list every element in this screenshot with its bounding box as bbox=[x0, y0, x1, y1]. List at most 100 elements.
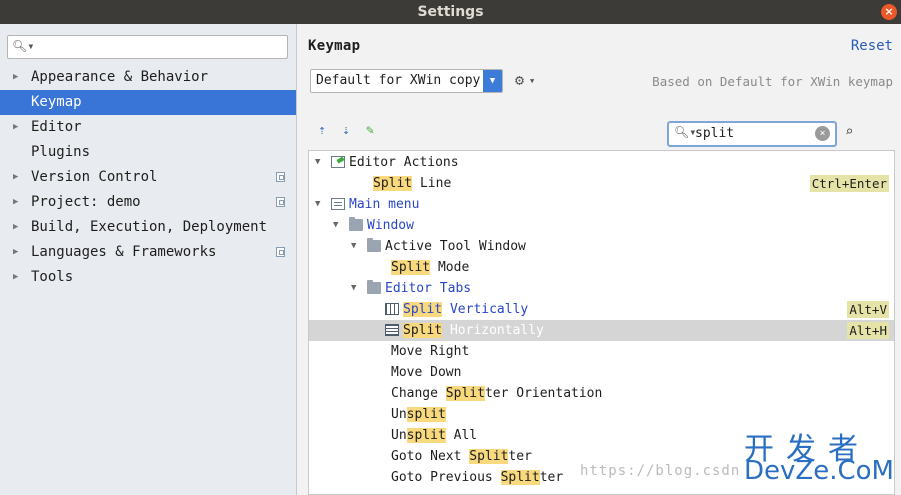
sidebar-item-version-control[interactable]: ▶ Version Control bbox=[0, 165, 296, 190]
sidebar-item-tools[interactable]: ▶ Tools bbox=[0, 265, 296, 290]
chevron-down-icon[interactable]: ▼ bbox=[351, 236, 356, 257]
tree-row[interactable]: Split Horizontally Alt+H bbox=[309, 320, 894, 341]
action-label: Split Horizontally bbox=[403, 320, 544, 341]
search-icon: 🔍︎▾ bbox=[12, 39, 35, 53]
chevron-right-icon[interactable]: ▶ bbox=[13, 265, 18, 290]
tree-row[interactable]: ▼ Main menu bbox=[309, 194, 894, 215]
action-label: Goto Next Splitter bbox=[391, 446, 532, 467]
chevron-right-icon[interactable]: ▶ bbox=[13, 190, 18, 215]
sidebar-item-build-execution-deployment[interactable]: ▶ Build, Execution, Deployment bbox=[0, 215, 296, 240]
based-on-label: Based on Default for XWin keymap bbox=[652, 74, 893, 89]
chevron-right-icon[interactable]: ▶ bbox=[13, 240, 18, 265]
label-part: Goto Next bbox=[391, 449, 470, 464]
gear-icon[interactable]: ⚙ bbox=[515, 71, 524, 89]
tree-row[interactable]: ▼ Active Tool Window bbox=[309, 236, 894, 257]
keymap-scheme-select[interactable]: Default for XWin copy ▼ bbox=[310, 69, 503, 93]
menu-icon bbox=[331, 198, 345, 210]
folder-icon bbox=[349, 217, 363, 231]
sidebar-item-languages-frameworks[interactable]: ▶ Languages & Frameworks bbox=[0, 240, 296, 265]
chevron-right-icon[interactable]: ▶ bbox=[13, 215, 18, 240]
chevron-down-icon[interactable]: ▼ bbox=[315, 194, 320, 215]
chevron-right-icon[interactable]: ▶ bbox=[13, 115, 18, 140]
project-level-icon bbox=[276, 247, 285, 257]
settings-search-input[interactable]: 🔍︎▾ bbox=[7, 35, 288, 59]
label-part: Move Right bbox=[391, 344, 470, 359]
tree-row[interactable]: Split Vertically Alt+V bbox=[309, 299, 894, 320]
tree-row[interactable]: Split Line Ctrl+Enter bbox=[309, 173, 894, 194]
label-part: ter Orientation bbox=[484, 386, 603, 401]
sidebar-item-label: Tools bbox=[31, 269, 74, 285]
vsplit-icon bbox=[385, 303, 399, 315]
watermark-logo-en: DevZe.CoM bbox=[744, 456, 894, 486]
label-part: ter bbox=[539, 470, 564, 485]
search-match: split bbox=[406, 407, 446, 422]
sidebar-item-keymap[interactable]: Keymap bbox=[0, 90, 296, 115]
action-label: Unsplit bbox=[391, 404, 446, 425]
search-match: Split bbox=[500, 470, 540, 485]
hsplit-icon bbox=[385, 324, 399, 336]
expand-all-icon[interactable]: ⇡ bbox=[314, 123, 330, 139]
tree-row[interactable]: ▼ Editor Actions bbox=[309, 152, 894, 173]
action-label: Window bbox=[367, 215, 414, 236]
search-match: Split bbox=[403, 302, 443, 317]
label-part: Editor Actions bbox=[349, 155, 459, 170]
collapse-all-icon[interactable]: ⇣ bbox=[338, 123, 354, 139]
chevron-down-icon[interactable]: ▼ bbox=[333, 215, 338, 236]
window-title: Settings bbox=[417, 4, 484, 20]
action-label: Move Down bbox=[391, 362, 461, 383]
label-part: ter bbox=[508, 449, 532, 464]
sidebar-item-plugins[interactable]: Plugins bbox=[0, 140, 296, 165]
find-by-shortcut-icon[interactable]: ⌕ bbox=[845, 124, 853, 140]
action-label: Move Right bbox=[391, 341, 469, 362]
sidebar-item-label: Editor bbox=[31, 119, 82, 135]
tree-row[interactable]: Split Mode bbox=[309, 257, 894, 278]
tree-row[interactable]: Change Splitter Orientation bbox=[309, 383, 894, 404]
search-match: Split bbox=[469, 449, 509, 464]
action-label: Editor Actions bbox=[349, 152, 459, 173]
tree-row[interactable]: ▼ Editor Tabs bbox=[309, 278, 894, 299]
tree-row[interactable]: Unsplit bbox=[309, 404, 894, 425]
label-part: Active Tool Window bbox=[385, 239, 526, 254]
sidebar-item-appearance-behavior[interactable]: ▶ Appearance & Behavior bbox=[0, 65, 296, 90]
action-label: Split Mode bbox=[391, 257, 469, 278]
sidebar-item-editor[interactable]: ▶ Editor bbox=[0, 115, 296, 140]
tree-row[interactable]: ▼ Window bbox=[309, 215, 894, 236]
keymap-search-input[interactable]: 🔍︎▾ split × bbox=[667, 121, 837, 147]
sidebar-item-label: Project: demo bbox=[31, 194, 141, 210]
search-match: split bbox=[406, 428, 446, 443]
chevron-down-icon[interactable]: ▼ bbox=[530, 77, 534, 85]
settings-sidebar: 🔍︎▾ ▶ Appearance & Behavior Keymap ▶ Editor P… bbox=[0, 24, 297, 495]
chevron-down-icon[interactable]: ▼ bbox=[483, 70, 502, 92]
tree-row[interactable]: Move Right bbox=[309, 341, 894, 362]
pencil-icon[interactable]: ✎ bbox=[362, 123, 378, 139]
sidebar-item-label: Plugins bbox=[31, 144, 91, 160]
sidebar-item-label: Version Control bbox=[31, 169, 158, 185]
chevron-right-icon[interactable]: ▶ bbox=[13, 65, 18, 90]
label-part: Window bbox=[367, 218, 414, 233]
sidebar-item-label: Appearance & Behavior bbox=[31, 69, 209, 85]
chevron-right-icon[interactable]: ▶ bbox=[13, 165, 18, 190]
action-label: Unsplit All bbox=[391, 425, 477, 446]
action-label: Split Line bbox=[373, 173, 451, 194]
sidebar-item-label: Languages & Frameworks bbox=[31, 244, 217, 260]
search-match: Split bbox=[445, 386, 485, 401]
close-button[interactable]: × bbox=[881, 4, 897, 20]
reset-link[interactable]: Reset bbox=[851, 38, 893, 54]
sidebar-item-project-demo[interactable]: ▶ Project: demo bbox=[0, 190, 296, 215]
project-level-icon bbox=[276, 197, 285, 207]
folder-icon bbox=[367, 238, 381, 252]
edit-icon bbox=[331, 156, 345, 168]
tree-row[interactable]: Move Down bbox=[309, 362, 894, 383]
chevron-down-icon[interactable]: ▼ bbox=[315, 152, 320, 173]
page-title: Keymap bbox=[308, 38, 361, 54]
keymap-search-value: split bbox=[695, 126, 735, 141]
label-part: Mode bbox=[430, 260, 470, 275]
chevron-down-icon[interactable]: ▼ bbox=[351, 278, 356, 299]
label-part: Line bbox=[412, 176, 452, 191]
label-part: Goto Previous bbox=[391, 470, 501, 485]
search-match: Split bbox=[391, 260, 431, 275]
project-level-icon bbox=[276, 172, 285, 182]
keymap-scheme-value: Default for XWin copy bbox=[316, 73, 481, 88]
label-part: Un bbox=[391, 428, 407, 443]
clear-icon[interactable]: × bbox=[815, 126, 830, 141]
